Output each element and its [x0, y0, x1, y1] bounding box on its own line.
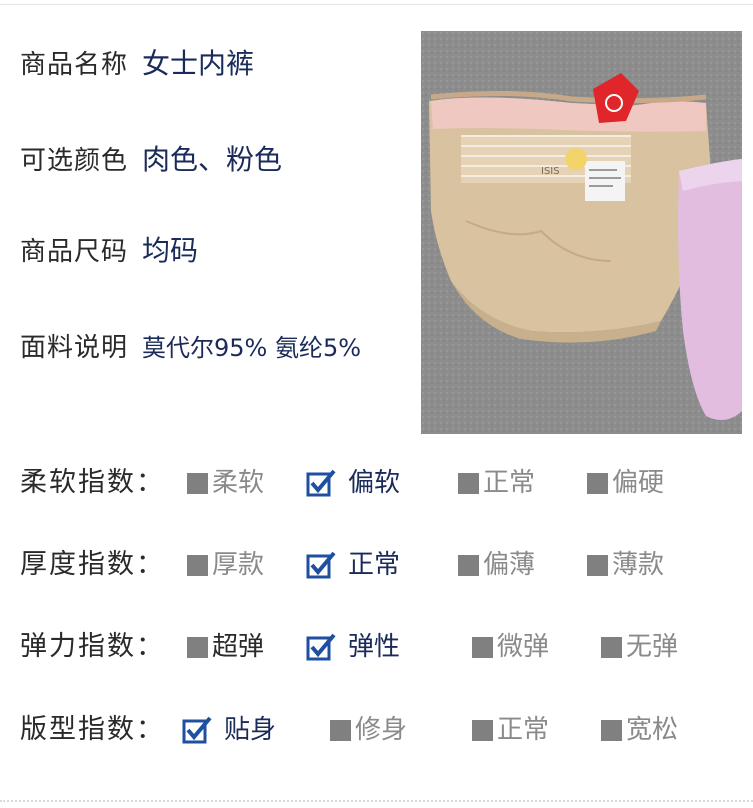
- unchecked-square-icon: [187, 636, 208, 658]
- photo-print-text: ISIS: [541, 166, 560, 177]
- thickness-index-title: 厚度指数：: [20, 549, 165, 580]
- product-name-label: 商品名称: [20, 49, 129, 80]
- fit-index-row: 版型指数： 贴身 修身 正常 宽松: [20, 710, 740, 750]
- softness-option-4: 偏硬: [587, 463, 664, 503]
- product-photo: ISIS: [421, 31, 742, 434]
- elasticity-index-row: 弹力指数： 超弹 弹性 微弹 无弹: [20, 627, 740, 667]
- fit-option-3: 正常: [472, 710, 549, 750]
- unchecked-square-icon: [458, 554, 479, 576]
- elasticity-option-1: 超弹: [187, 627, 264, 667]
- fit-option-4: 宽松: [601, 710, 678, 750]
- thickness-option-2-selected: 正常: [306, 545, 400, 585]
- checked-box-icon: [306, 633, 336, 661]
- checked-box-icon: [182, 716, 212, 744]
- fit-index-title: 版型指数：: [20, 714, 165, 745]
- softness-option-1: 柔软: [187, 463, 264, 503]
- thickness-option-1: 厚款: [187, 545, 264, 585]
- unchecked-square-icon: [587, 554, 608, 576]
- checked-box-icon: [306, 551, 336, 579]
- size-label: 商品尺码: [20, 236, 129, 267]
- size-row: 商品尺码 均码: [20, 229, 198, 269]
- top-divider: [0, 4, 753, 5]
- color-value: 肉色、粉色: [142, 143, 283, 176]
- unchecked-square-icon: [187, 472, 208, 494]
- unchecked-square-icon: [330, 719, 351, 741]
- checked-box-icon: [306, 469, 336, 497]
- bottom-divider: [0, 800, 753, 802]
- unchecked-square-icon: [587, 472, 608, 494]
- unchecked-square-icon: [601, 719, 622, 741]
- unchecked-square-icon: [187, 554, 208, 576]
- color-row: 可选颜色 肉色、粉色: [20, 138, 282, 178]
- color-label: 可选颜色: [20, 145, 129, 176]
- elasticity-index-title: 弹力指数：: [20, 631, 165, 662]
- elasticity-option-2-selected: 弹性: [306, 627, 400, 667]
- fabric-value: 莫代尔95% 氨纶5%: [142, 333, 362, 362]
- elasticity-option-4: 无弹: [601, 627, 678, 667]
- elasticity-option-3: 微弹: [472, 627, 549, 667]
- softness-index-title: 柔软指数：: [20, 467, 165, 498]
- product-name-row: 商品名称 女士内裤: [20, 42, 254, 82]
- fit-option-1-selected: 贴身: [182, 710, 276, 750]
- thickness-index-row: 厚度指数： 厚款 正常 偏薄 薄款: [20, 545, 740, 585]
- softness-option-2-selected: 偏软: [306, 463, 400, 503]
- softness-index-row: 柔软指数： 柔软 偏软 正常 偏硬: [20, 463, 740, 503]
- unchecked-square-icon: [601, 636, 622, 658]
- fit-option-2: 修身: [330, 710, 407, 750]
- fabric-label: 面料说明: [20, 332, 129, 363]
- thickness-option-3: 偏薄: [458, 545, 535, 585]
- unchecked-square-icon: [472, 719, 493, 741]
- size-value: 均码: [142, 234, 199, 267]
- unchecked-square-icon: [472, 636, 493, 658]
- unchecked-square-icon: [458, 472, 479, 494]
- thickness-option-4: 薄款: [587, 545, 664, 585]
- softness-option-3: 正常: [458, 463, 535, 503]
- fabric-row: 面料说明 莫代尔95% 氨纶5%: [20, 325, 361, 365]
- product-name-value: 女士内裤: [142, 47, 255, 80]
